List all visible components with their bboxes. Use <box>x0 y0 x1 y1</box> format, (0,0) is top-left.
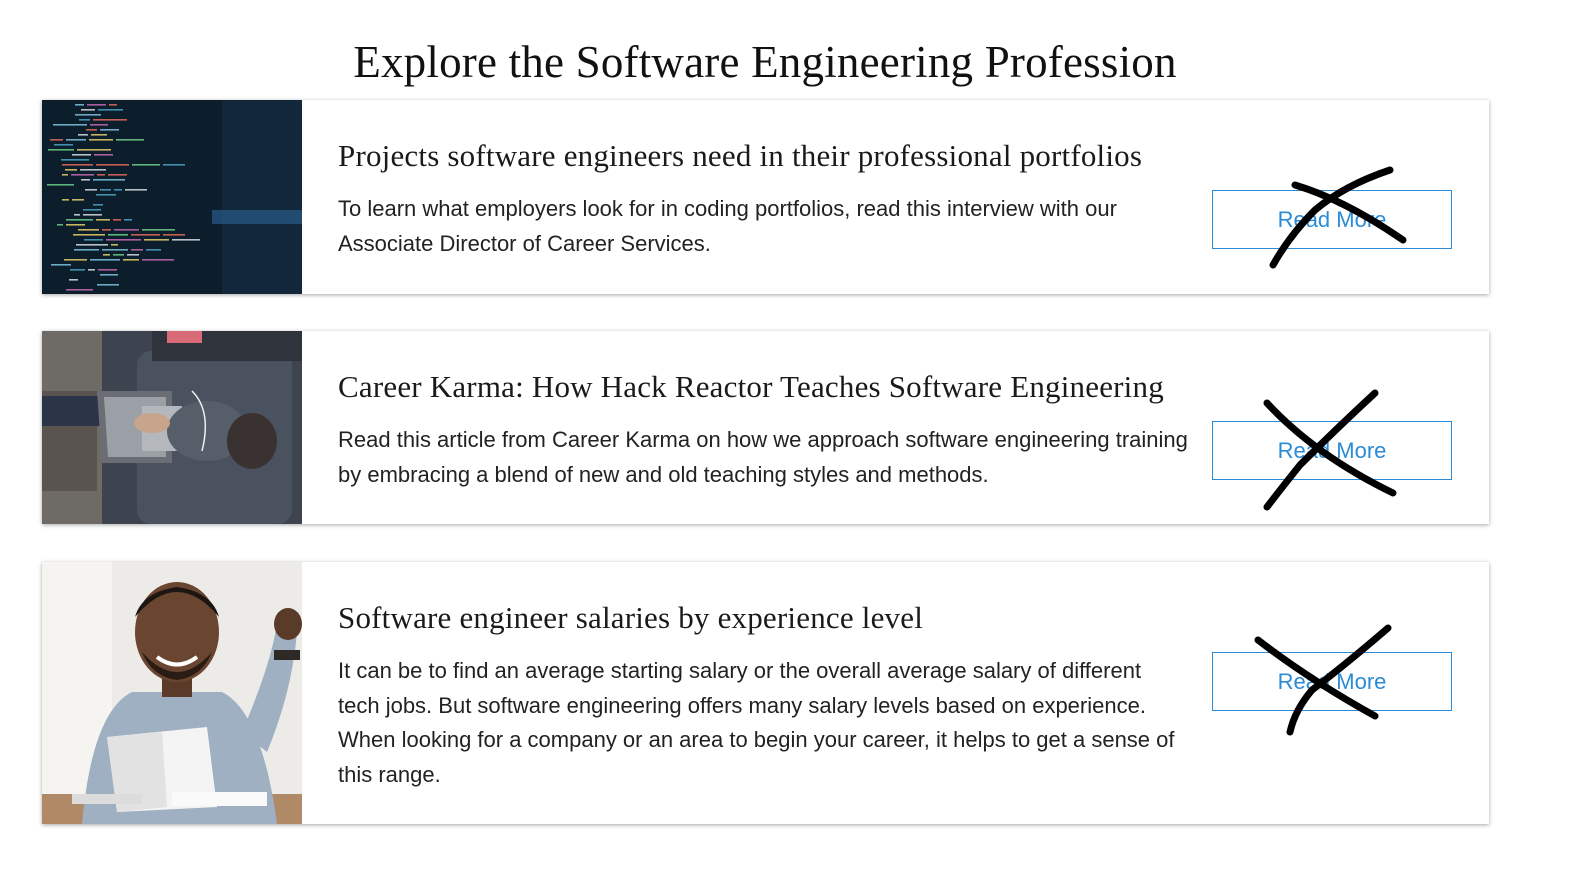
article-card-portfolios: Projects software engineers need in thei… <box>42 100 1489 294</box>
celebrating-man-image <box>42 562 302 824</box>
read-more-button[interactable]: Read More <box>1212 190 1452 249</box>
article-description: To learn what employers look for in codi… <box>338 196 1117 256</box>
read-more-button[interactable]: Read More <box>1212 652 1452 711</box>
article-card-salaries: Software engineer salaries by experience… <box>42 562 1489 824</box>
article-title[interactable]: Career Karma: How Hack Reactor Teaches S… <box>338 369 1164 405</box>
article-title[interactable]: Software engineer salaries by experience… <box>338 600 923 636</box>
article-description: It can be to find an average starting sa… <box>338 658 1175 787</box>
page-title: Explore the Software Engineering Profess… <box>353 37 1177 88</box>
article-card-career-karma: Career Karma: How Hack Reactor Teaches S… <box>42 331 1489 524</box>
person-laptop-image <box>42 331 302 524</box>
article-description: Read this article from Career Karma on h… <box>338 427 1188 487</box>
read-more-button[interactable]: Read More <box>1212 421 1452 480</box>
article-title[interactable]: Projects software engineers need in thei… <box>338 138 1142 174</box>
code-editor-image <box>42 100 302 294</box>
